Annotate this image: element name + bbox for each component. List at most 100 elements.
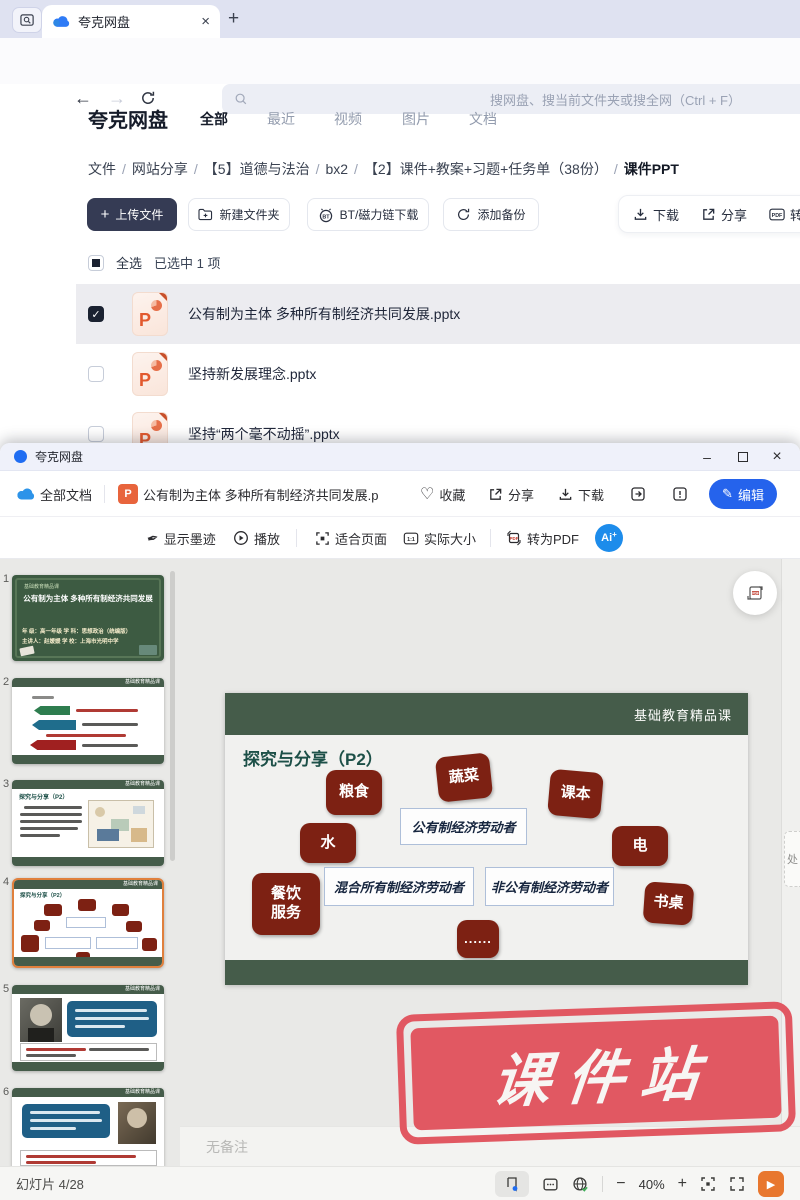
tab-all[interactable]: 全部 xyxy=(200,109,228,129)
file-3-checkbox[interactable] xyxy=(88,426,104,442)
zoom-level[interactable]: 40% xyxy=(639,1177,665,1192)
quark-app-icon xyxy=(14,450,27,463)
speech-bubble xyxy=(22,1104,110,1138)
play-circle-icon xyxy=(233,530,249,546)
svg-text:PDF: PDF xyxy=(772,213,783,219)
crumb-share[interactable]: 网站分享 xyxy=(132,161,188,177)
thumbnail-slide-6[interactable]: 基础教育精品课 xyxy=(12,1088,164,1166)
ai-assistant-button[interactable]: Ai+ xyxy=(595,524,623,552)
slide-label-mixed: 混合所有制经济劳动者 xyxy=(324,867,474,906)
slide-label-public: 公有制经济劳动者 xyxy=(400,808,527,845)
favorite-button[interactable]: ♡ 收藏 xyxy=(420,471,465,517)
ink-pen-icon: ✒ xyxy=(145,528,161,547)
magnet-icon: BT xyxy=(318,207,334,223)
zoom-out-button[interactable]: − xyxy=(616,1175,625,1193)
select-all-checkbox[interactable] xyxy=(88,255,104,271)
slide-box-water: 水 xyxy=(300,823,356,863)
new-tab-button[interactable]: + xyxy=(228,8,239,30)
tab-video[interactable]: 视频 xyxy=(334,109,362,129)
bt-download-button[interactable]: BT BT/磁力链下载 xyxy=(307,198,429,231)
thumbnail-slide-5[interactable]: 基础教育精品课 xyxy=(12,985,164,1071)
file-3-name[interactable]: 坚持“两个毫不动摇”.pptx xyxy=(188,424,340,444)
viewer-window: 夸克网盘 – × 全部文档 P 公有制为主体 多种所有制经济共同发展.p ♡ 收… xyxy=(0,443,800,1200)
present-play-button[interactable]: ▶ xyxy=(758,1171,784,1197)
tab-image[interactable]: 图片 xyxy=(402,109,430,129)
all-docs-button[interactable]: 全部文档 xyxy=(16,471,92,517)
heart-icon: ♡ xyxy=(420,484,434,504)
fullscreen-button[interactable] xyxy=(729,1176,745,1192)
file-2-name[interactable]: 坚持新发展理念.pptx xyxy=(188,364,316,384)
fullscreen-icon xyxy=(729,1176,745,1192)
crumb-pack[interactable]: 【2】课件+教案+习题+任务单（38份） xyxy=(364,161,608,177)
arrow-green xyxy=(34,706,70,715)
show-ink-button[interactable]: ✒ 显示墨迹 xyxy=(147,517,216,559)
file-1-checkbox[interactable]: ✓ xyxy=(88,306,104,322)
convert-action[interactable]: PDF 转为 xyxy=(769,205,800,224)
viewer-toolbar: 全部文档 P 公有制为主体 多种所有制经济共同发展.p ♡ 收藏 分享 下载 xyxy=(0,471,800,517)
fit-screen-icon xyxy=(700,1176,716,1192)
new-folder-button[interactable]: 新建文件夹 xyxy=(188,198,290,231)
file-1-name[interactable]: 公有制为主体 多种所有制经济共同发展.pptx xyxy=(188,304,460,324)
play-slideshow-button[interactable]: 播放 xyxy=(233,517,280,559)
folder-plus-icon xyxy=(198,208,213,221)
zoom-in-button[interactable]: + xyxy=(678,1175,687,1193)
save-to-icon xyxy=(630,486,646,502)
add-backup-button[interactable]: 添加备份 xyxy=(443,198,539,231)
download-action[interactable]: 下载 xyxy=(633,205,679,224)
upload-button[interactable]: + 上传文件 xyxy=(87,198,177,231)
books-decoration xyxy=(139,645,157,655)
share-icon xyxy=(701,207,716,222)
select-all-label[interactable]: 全选 xyxy=(116,253,142,272)
convert-pdf-button[interactable]: PDF 转为PDF xyxy=(506,517,579,559)
share-icon xyxy=(488,487,503,502)
edit-button[interactable]: ✎ 编辑 xyxy=(709,479,777,509)
actual-size-button[interactable]: 1:1 实际大小 xyxy=(403,517,476,559)
crumb-files[interactable]: 文件 xyxy=(88,161,116,177)
viewer-download-button[interactable]: 下载 xyxy=(558,471,604,517)
slide-box-dots: ...... xyxy=(457,920,499,958)
translate-button[interactable] xyxy=(572,1176,589,1193)
window-search-icon[interactable] xyxy=(12,7,42,33)
viewer-share-button[interactable]: 分享 xyxy=(488,471,534,517)
tab-recent[interactable]: 最近 xyxy=(267,109,295,129)
search-placeholder: 搜网盘、搜当前文件夹或搜全网（Ctrl + F） xyxy=(222,90,741,109)
svg-text:PDF: PDF xyxy=(510,536,519,541)
file-row-1[interactable]: ✓ P 公有制为主体 多种所有制经济共同发展.pptx xyxy=(76,284,800,344)
selection-bar: 全选 已选中 1 项 xyxy=(88,253,220,272)
thumbnail-slide-4-selected[interactable]: 基础教育精品课 探究与分享（P2） xyxy=(12,878,164,968)
minimize-button[interactable]: – xyxy=(690,443,724,471)
close-button[interactable]: × xyxy=(760,443,794,471)
file-row-2[interactable]: P 坚持新发展理念.pptx xyxy=(76,344,800,404)
tab-doc[interactable]: 文档 xyxy=(469,109,497,129)
browser-tab[interactable]: 夸克网盘 × xyxy=(42,5,220,38)
thumbnail-slide-1[interactable]: 基础教育精品课 公有制为主体 多种所有制经济共同发展 年 级：高一年级 学 科：… xyxy=(12,575,164,661)
thumbnail-slide-2[interactable]: 基础教育精品课 xyxy=(12,678,164,764)
screen: 夸克网盘 × + ← → 搜网盘、搜当前文件夹或搜全网（Ctrl + F） 夸克… xyxy=(0,0,800,1200)
tab-close-icon[interactable]: × xyxy=(201,13,210,30)
maximize-button[interactable] xyxy=(726,443,760,471)
download-icon xyxy=(633,207,648,222)
thumbnail-scrollbar[interactable] xyxy=(170,571,175,861)
notes-icon xyxy=(542,1176,559,1193)
quark-cloud-icon xyxy=(16,487,35,501)
thumbnail-slide-3[interactable]: 基础教育精品课 探究与分享（P2） xyxy=(12,780,164,866)
fit-screen-button[interactable] xyxy=(700,1176,716,1192)
crumb-subject[interactable]: 【5】道德与法治 xyxy=(204,161,310,177)
file-2-checkbox[interactable] xyxy=(88,366,104,382)
selection-actions-panel: 下载 分享 PDF 转为 xyxy=(618,195,800,233)
side-panel-handle[interactable]: 处 xyxy=(784,831,800,887)
feedback-button[interactable] xyxy=(672,471,688,517)
share-action[interactable]: 分享 xyxy=(701,205,747,224)
crumb-bx2[interactable]: bx2 xyxy=(325,161,348,177)
search-input[interactable]: 搜网盘、搜当前文件夹或搜全网（Ctrl + F） xyxy=(222,84,800,114)
actual-size-icon: 1:1 xyxy=(403,531,419,546)
fit-page-button[interactable]: 适合页面 xyxy=(315,517,387,559)
slide-counter: 幻灯片 4/28 xyxy=(16,1174,84,1193)
save-to-drive-button[interactable] xyxy=(630,471,646,517)
thumbnail-panel: 1 基础教育精品课 公有制为主体 多种所有制经济共同发展 年 级：高一年级 学 … xyxy=(0,559,180,1166)
plus-icon: + xyxy=(101,206,110,223)
thumbnail-toggle-button[interactable] xyxy=(495,1171,529,1197)
pdf-convert-float-button[interactable]: PDF xyxy=(733,571,777,615)
notes-toggle-button[interactable] xyxy=(542,1176,559,1193)
watermark-stamp: 课件站 xyxy=(396,1001,796,1145)
